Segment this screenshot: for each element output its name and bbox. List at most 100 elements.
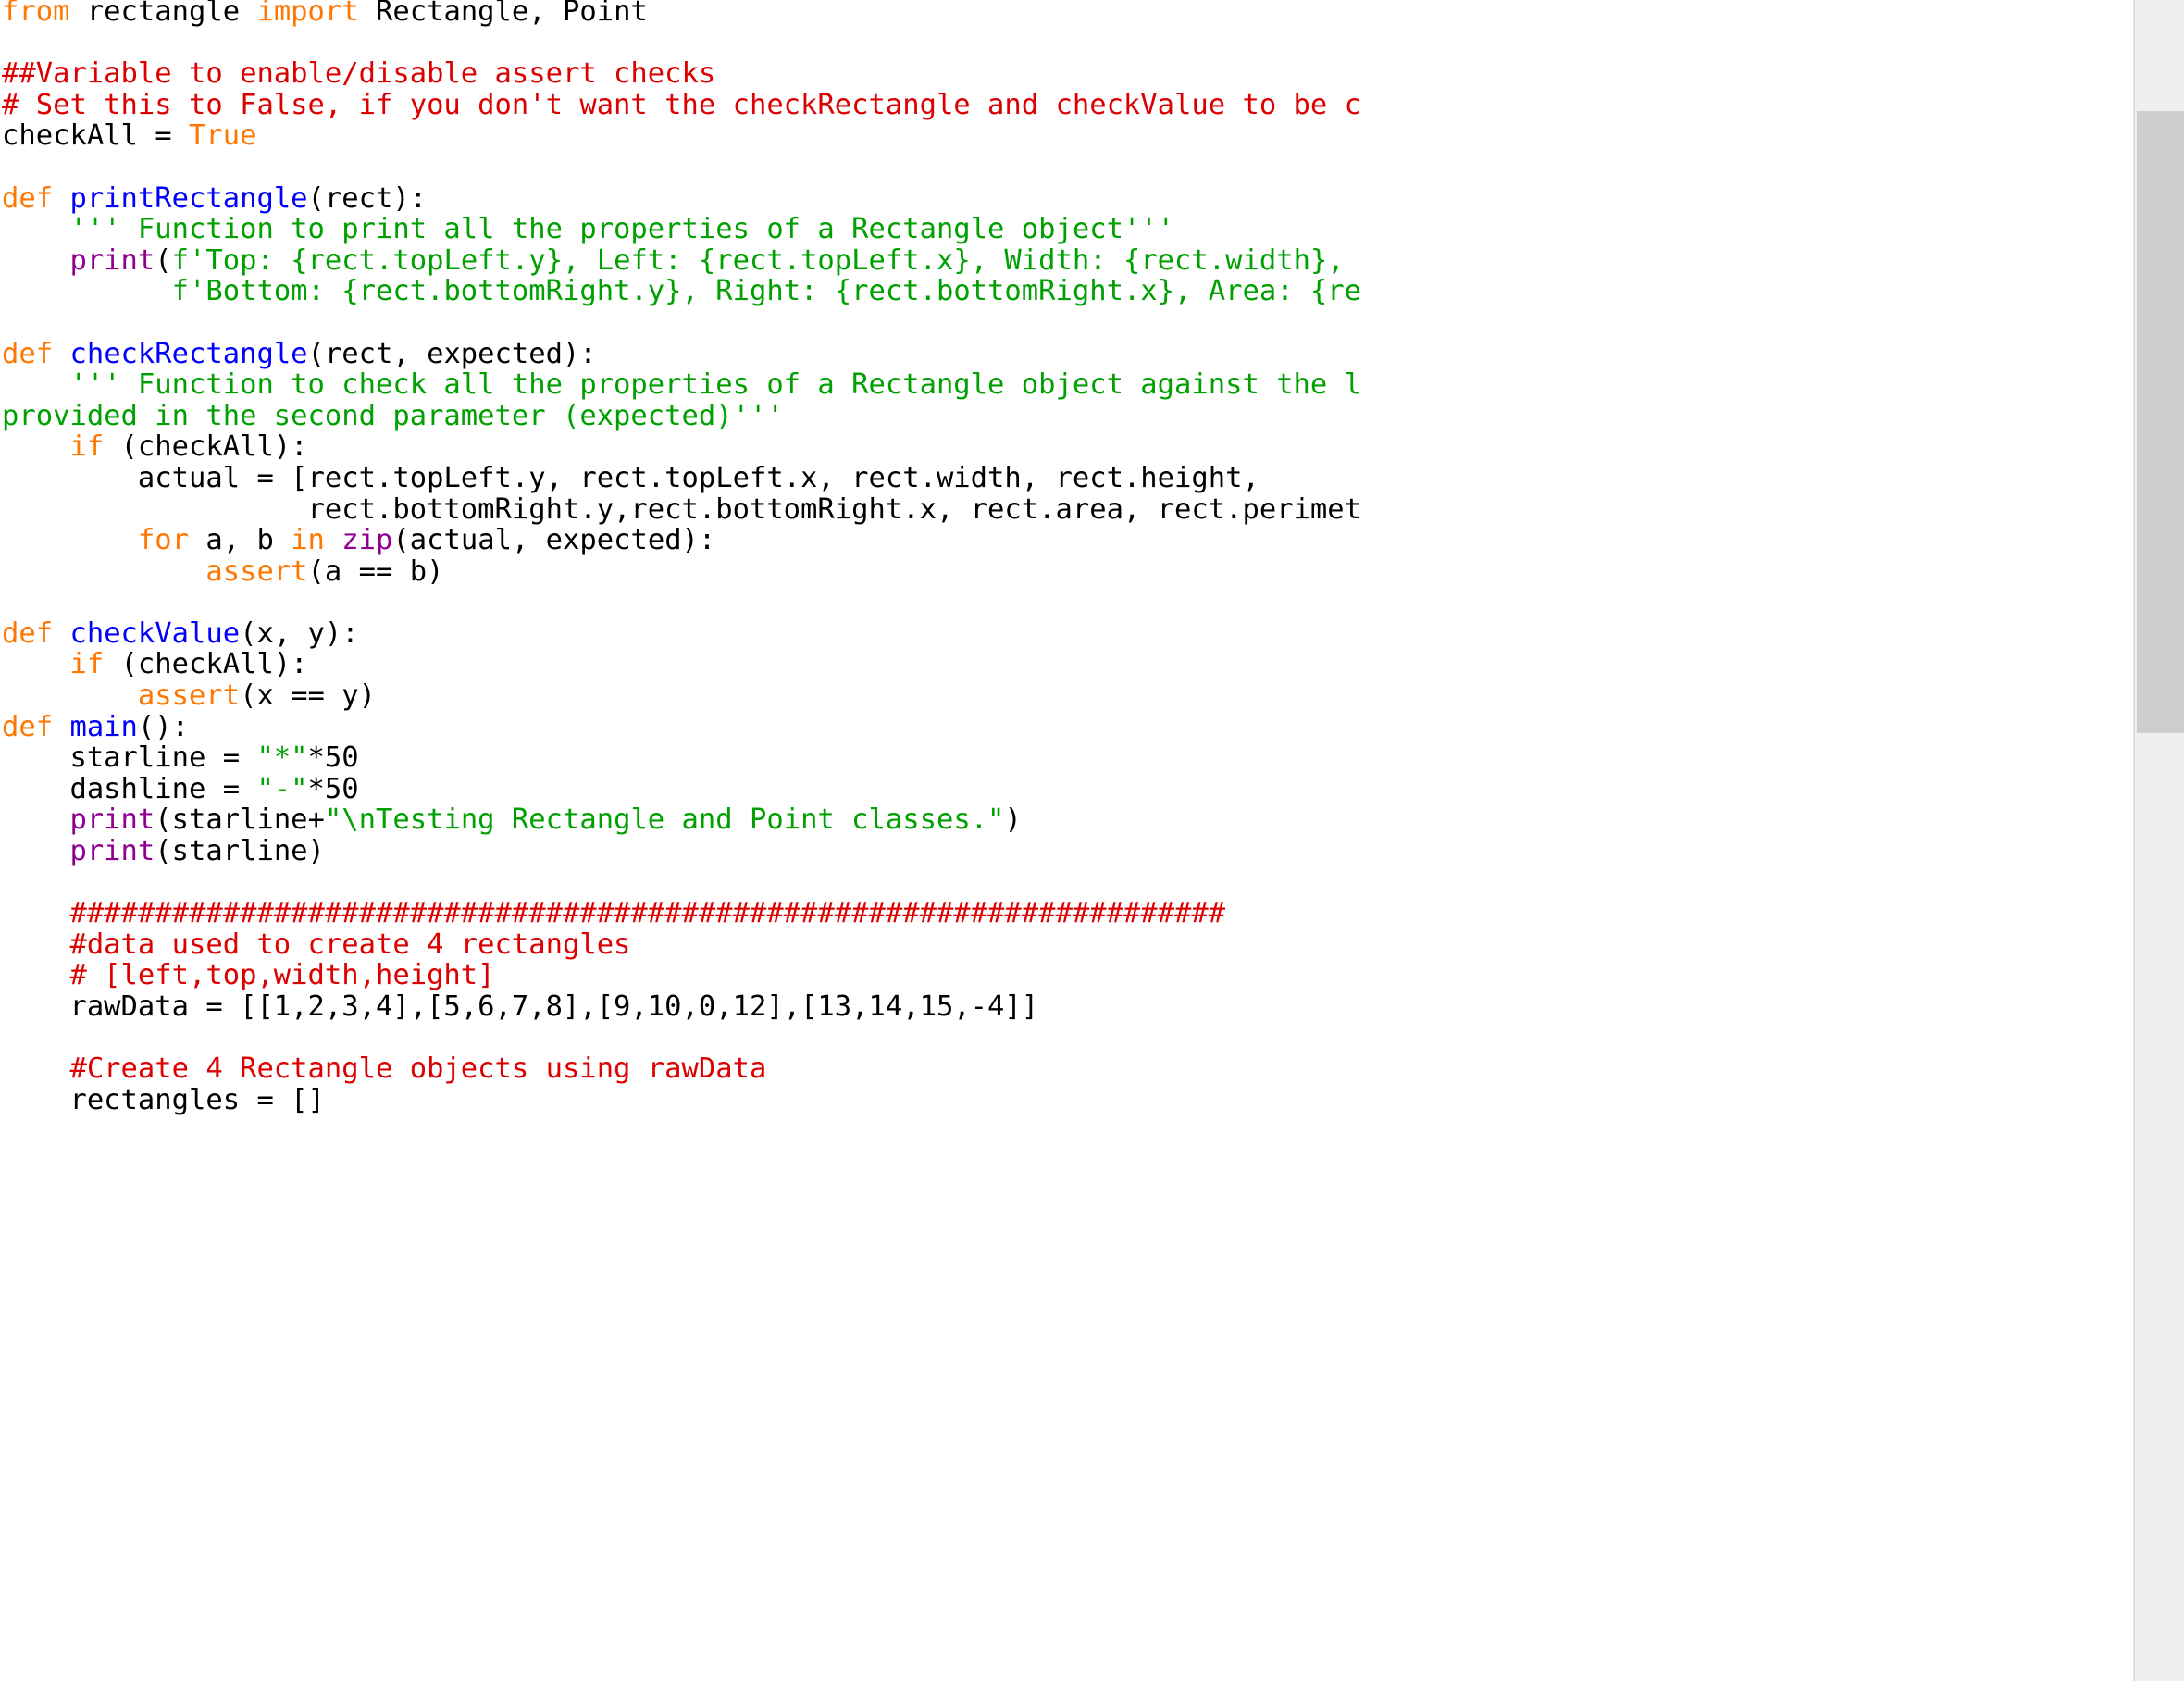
code-token-cm: #data used to create 4 rectangles — [69, 928, 631, 961]
code-line: # Set this to False, if you don't want t… — [2, 88, 2134, 121]
code-line: rect.bottomRight.y,rect.bottomRight.x, r… — [2, 493, 2134, 526]
code-token-tx — [2, 430, 69, 463]
code-line: print(starline) — [2, 836, 2134, 867]
code-line: starline = "*"*50 — [2, 742, 2134, 774]
code-token-tx: rectangles = [] — [2, 1083, 325, 1116]
code-token-fn: checkValue — [69, 616, 241, 650]
code-token-kw: in — [291, 524, 325, 557]
code-token-st: provided in the second parameter (expect… — [2, 399, 784, 432]
code-token-st: ''' Function to check all the properties… — [69, 368, 1362, 402]
code-line: def printRectangle(rect): — [2, 181, 2134, 215]
code-token-st: "-" — [256, 772, 308, 805]
vertical-scrollbar[interactable] — [2134, 0, 2184, 1681]
code-token-bi: print — [69, 803, 155, 837]
code-line: if (checkAll): — [2, 431, 2134, 463]
code-line: rawData = [[1,2,3,4],[5,6,7,8],[9,10,0,1… — [2, 991, 2134, 1023]
code-token-bi: print — [69, 243, 155, 277]
code-token-tx — [2, 928, 69, 961]
code-token-cm: # Set this to False, if you don't want t… — [2, 88, 1362, 121]
code-token-tx: rectangle — [69, 0, 257, 28]
code-token-tx: rawData = [[1,2,3,4],[5,6,7,8],[9,10,0,1… — [2, 990, 1039, 1023]
code-token-tx — [53, 617, 69, 650]
code-token-cm: ##Variable to enable/disable assert chec… — [2, 57, 716, 91]
code-token-cm: #Create 4 Rectangle objects using rawDat… — [69, 1052, 767, 1086]
code-token-st: "\nTesting Rectangle and Point classes." — [324, 803, 1005, 837]
code-token-tx: *50 — [307, 741, 359, 775]
code-token-bi: zip — [341, 524, 393, 557]
code-line: checkAll = True — [2, 120, 2134, 152]
code-line: from rectangle import Rectangle, Point — [2, 0, 2134, 28]
code-line: ''' Function to print all the properties… — [2, 214, 2134, 245]
code-line: dashline = "-"*50 — [2, 774, 2134, 805]
code-token-tx: (checkAll): — [104, 648, 308, 681]
code-token-tx: dashline = — [2, 772, 257, 805]
code-token-tx: a, b — [189, 524, 292, 557]
code-token-tx: (starline+ — [155, 803, 325, 837]
code-token-tx — [2, 368, 69, 401]
code-token-kw: assert — [205, 554, 308, 588]
code-token-tx — [325, 524, 341, 556]
code-token-tx: (x, y): — [240, 616, 359, 650]
code-token-kw: def — [2, 616, 54, 650]
code-line: ########################################… — [2, 898, 2134, 929]
code-line: assert(a == b) — [2, 554, 2134, 588]
code-line: ​ — [2, 867, 2134, 899]
code-line: def checkRectangle(rect, expected): — [2, 337, 2134, 370]
code-token-tx — [2, 213, 69, 245]
code-line: actual = [rect.topLeft.y, rect.topLeft.x… — [2, 463, 2134, 494]
code-token-tx: starline = — [2, 741, 257, 775]
code-token-fn: checkRectangle — [69, 337, 308, 370]
code-token-tx — [2, 275, 172, 307]
code-token-tx: ( — [155, 243, 172, 277]
code-token-tx: ) — [1004, 803, 1022, 837]
code-line: #Create 4 Rectangle objects using rawDat… — [2, 1053, 2134, 1085]
code-line: ​ — [2, 152, 2134, 183]
code-line: def main(): — [2, 710, 2134, 743]
code-token-kw: from — [2, 0, 70, 28]
code-line: ##Variable to enable/disable assert chec… — [2, 58, 2134, 90]
code-token-kw: def — [2, 181, 54, 215]
code-token-tx — [53, 711, 69, 743]
code-line: f'Bottom: {rect.bottomRight.y}, Right: {… — [2, 276, 2134, 307]
code-token-kw: def — [2, 710, 54, 743]
code-token-kw: if — [69, 430, 105, 464]
code-token-tx: (): — [137, 710, 190, 743]
code-token-tx: checkAll = — [2, 119, 189, 153]
code-token-tx — [2, 1052, 69, 1085]
code-token-kw: assert — [137, 679, 241, 713]
code-token-tx — [2, 835, 69, 867]
code-token-kw: for — [137, 524, 189, 557]
code-token-st: f'Top: {rect.topLeft.y}, Left: {rect.top… — [171, 243, 1345, 277]
code-token-tx — [2, 648, 69, 680]
vertical-scrollbar-thumb[interactable] — [2137, 111, 2184, 733]
code-line: ​ — [2, 28, 2134, 59]
code-token-tx: (starline) — [155, 835, 325, 868]
code-token-tx — [2, 244, 69, 277]
code-token-fn: main — [69, 710, 138, 743]
code-token-tx — [2, 897, 69, 929]
code-line: #data used to create 4 rectangles — [2, 929, 2134, 961]
code-token-tx: (x == y) — [240, 679, 376, 713]
code-token-kw: import — [256, 0, 359, 28]
code-token-tx: (rect): — [307, 181, 428, 215]
code-token-tx: actual = [rect.topLeft.y, rect.topLeft.x… — [2, 461, 1260, 494]
code-token-st: "*" — [256, 741, 308, 775]
code-token-tx — [2, 959, 69, 991]
code-token-cm: # [left,top,width,height] — [69, 959, 495, 992]
code-line: for a, b in zip(actual, expected): — [2, 525, 2134, 556]
code-token-tx: Rectangle, Point — [358, 0, 648, 28]
code-token-tx — [53, 182, 69, 215]
source-code[interactable]: from rectangle import Rectangle, Point​#… — [0, 0, 2134, 1115]
code-token-bi: print — [69, 835, 155, 868]
code-line: print(f'Top: {rect.topLeft.y}, Left: {re… — [2, 243, 2134, 277]
code-token-tx: *50 — [307, 772, 359, 805]
code-text-area[interactable]: from rectangle import Rectangle, Point​#… — [0, 0, 2134, 1681]
code-line: ''' Function to check all the properties… — [2, 369, 2134, 401]
code-token-tx — [2, 803, 69, 836]
code-line: # [left,top,width,height] — [2, 960, 2134, 991]
code-token-kw: def — [2, 337, 54, 370]
code-line: def checkValue(x, y): — [2, 618, 2134, 650]
code-token-tx — [2, 555, 205, 588]
code-line: ​ — [2, 1023, 2134, 1054]
code-token-tx: (checkAll): — [104, 430, 308, 464]
